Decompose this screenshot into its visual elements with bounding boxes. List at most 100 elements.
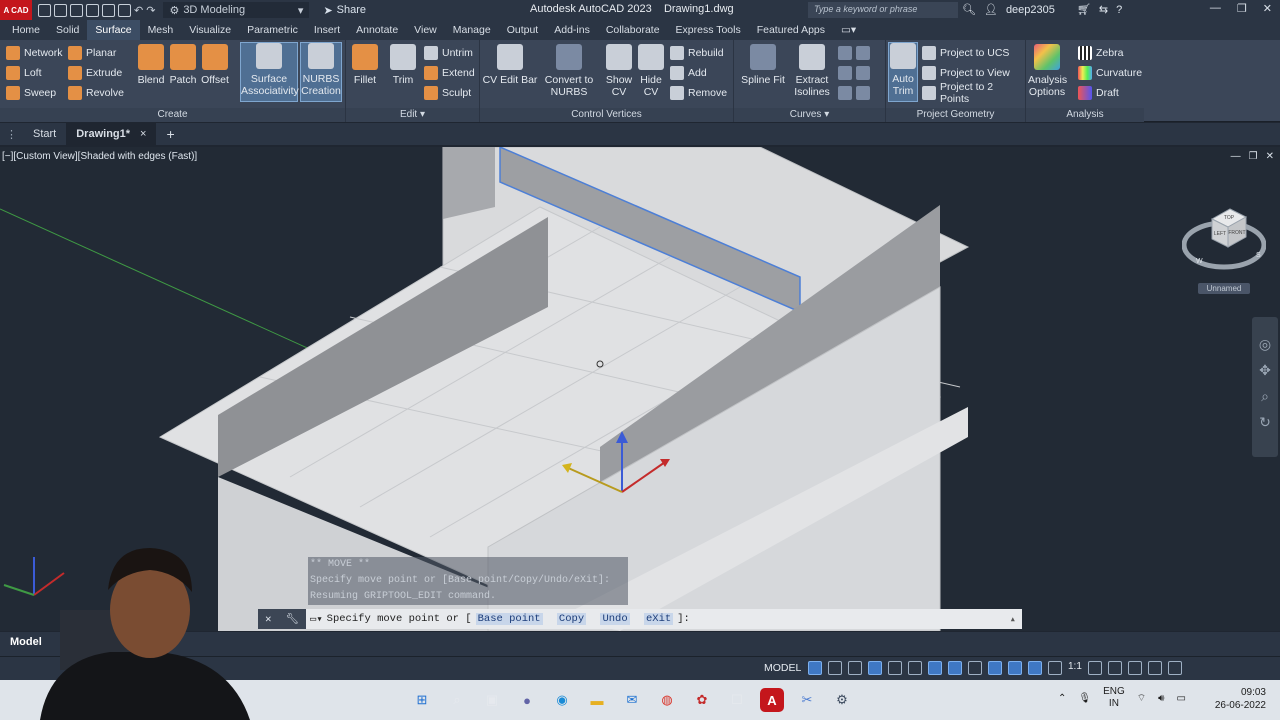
chevron-up-icon[interactable]: ⌃	[1058, 693, 1066, 704]
search-icon[interactable]: ⌕	[445, 688, 469, 712]
redo-icon[interactable]: ↷	[146, 4, 155, 17]
nurbs-creation-button[interactable]: NURBS Creation	[300, 42, 342, 102]
undo-icon[interactable]: ↶	[134, 4, 143, 17]
tab-insert[interactable]: Insert	[306, 20, 348, 40]
steering-wheel-icon[interactable]: ◎	[1252, 331, 1278, 357]
grid-icon[interactable]	[808, 661, 822, 675]
tab-view[interactable]: View	[406, 20, 445, 40]
tab-featured-apps[interactable]: Featured Apps	[749, 20, 833, 40]
trim-button[interactable]: Trim	[386, 44, 420, 86]
dynamic-ucs-icon[interactable]	[1048, 661, 1062, 675]
tab-home[interactable]: Home	[4, 20, 48, 40]
hide-cv-button[interactable]: Hide CV	[634, 44, 668, 98]
viewport-restore-icon[interactable]: ❐	[1249, 151, 1258, 162]
polar-icon[interactable]	[888, 661, 902, 675]
analysis-options-button[interactable]: Analysis Options	[1028, 44, 1067, 98]
teams-chat-icon[interactable]: ●	[515, 688, 539, 712]
tab-solid[interactable]: Solid	[48, 20, 87, 40]
minimize-icon[interactable]: —	[1210, 2, 1221, 15]
zebra-button[interactable]: Zebra	[1078, 44, 1123, 62]
command-history-toggle-icon[interactable]: ▴	[1010, 613, 1022, 626]
draft-button[interactable]: Draft	[1078, 84, 1119, 102]
sweep-button[interactable]: Sweep	[6, 84, 56, 102]
ribbon-display-toggle[interactable]: ▭▾	[833, 20, 864, 40]
new-tab-button[interactable]: +	[156, 126, 184, 142]
new-file-icon[interactable]	[38, 3, 51, 17]
save-icon[interactable]	[70, 3, 83, 17]
project-to-ucs-button[interactable]: Project to UCS	[922, 44, 1009, 62]
auto-trim-button[interactable]: Auto Trim	[888, 42, 918, 102]
extend-button[interactable]: Extend	[424, 64, 475, 82]
tab-menu-icon[interactable]: ⋮	[0, 128, 23, 141]
zoom-icon[interactable]: ⌕	[1252, 383, 1278, 409]
network-button[interactable]: Network	[6, 44, 63, 62]
show-cv-button[interactable]: Show CV	[602, 44, 636, 98]
add-cv-button[interactable]: Add	[670, 64, 707, 82]
curvature-button[interactable]: Curvature	[1078, 64, 1142, 82]
task-view-icon[interactable]: ▣	[480, 688, 504, 712]
edge-browser-icon[interactable]: ◉	[550, 688, 574, 712]
plot-icon[interactable]	[118, 3, 131, 17]
wifi-icon[interactable]: ⌔	[1137, 692, 1146, 705]
tab-start[interactable]: Start	[23, 123, 66, 145]
lineweight-icon[interactable]	[968, 661, 982, 675]
cart-icon[interactable]: 🛒︎	[1077, 3, 1091, 16]
fillet-button[interactable]: Fillet	[348, 44, 382, 86]
feedback-icon[interactable]: ☐	[725, 688, 749, 712]
selection-cycling-icon[interactable]	[1008, 661, 1022, 675]
search-icon[interactable]: 🔍︎	[962, 3, 976, 16]
file-explorer-icon[interactable]: ▬	[585, 688, 609, 712]
tab-collaborate[interactable]: Collaborate	[598, 20, 668, 40]
close-icon[interactable]: ✕	[1263, 2, 1272, 15]
command-prompt-icon[interactable]: ▭▾	[310, 613, 323, 626]
command-prompt[interactable]: ▭▾ Specify move point or [Base point Cop…	[306, 613, 690, 626]
app-logo[interactable]: A CAD	[0, 0, 32, 20]
snap-dropdown-icon[interactable]	[848, 661, 862, 675]
extract-isolines-button[interactable]: Extract Isolines	[790, 44, 834, 98]
spline-fit-button[interactable]: Spline Fit	[740, 44, 786, 86]
orbit-icon[interactable]: ↻	[1252, 409, 1278, 435]
curve-tool-1[interactable]	[838, 44, 870, 62]
web-mobile-icon[interactable]	[102, 3, 115, 17]
convert-to-nurbs-button[interactable]: Convert to NURBS	[542, 44, 596, 98]
tab-output[interactable]: Output	[499, 20, 547, 40]
volume-icon[interactable]: 🔊︎	[1158, 693, 1164, 704]
davinci-resolve-icon[interactable]: ✿	[690, 688, 714, 712]
microphone-icon[interactable]: 🎙︎	[1078, 693, 1091, 704]
planar-button[interactable]: Planar	[68, 44, 116, 62]
command-line[interactable]: ✕ 🔧︎ ▭▾ Specify move point or [Base poin…	[258, 609, 1022, 629]
battery-icon[interactable]: ▭	[1176, 693, 1185, 704]
user-name[interactable]: deep2305	[1006, 4, 1055, 16]
transparency-icon[interactable]	[988, 661, 1002, 675]
autocad-app-icon[interactable]: A	[760, 688, 784, 712]
tab-surface[interactable]: Surface	[87, 20, 140, 40]
tab-drawing1[interactable]: Drawing1* ×	[66, 123, 157, 145]
revolve-button[interactable]: Revolve	[68, 84, 124, 102]
tab-add-ins[interactable]: Add-ins	[546, 20, 598, 40]
tab-mesh[interactable]: Mesh	[140, 20, 182, 40]
pan-icon[interactable]: ✥	[1252, 357, 1278, 383]
search-input[interactable]: Type a keyword or phrase	[808, 2, 958, 18]
exchange-icon[interactable]: ⇆	[1099, 3, 1108, 16]
curve-tool-3[interactable]	[838, 84, 870, 102]
tab-manage[interactable]: Manage	[445, 20, 499, 40]
tab-parametric[interactable]: Parametric	[239, 20, 306, 40]
close-command-icon[interactable]: ✕	[265, 613, 271, 626]
isodraft-icon[interactable]	[908, 661, 922, 675]
fullscreen-icon[interactable]	[1147, 661, 1162, 675]
workspace-switcher[interactable]: ⚙ 3D Modeling ▾	[163, 2, 310, 18]
option-undo[interactable]: Undo	[600, 613, 630, 625]
open-file-icon[interactable]	[54, 3, 67, 17]
language-indicator[interactable]: ENG IN	[1103, 686, 1125, 710]
settings-icon[interactable]: ⚙	[830, 688, 854, 712]
ortho-icon[interactable]	[868, 661, 882, 675]
viewport-minimize-icon[interactable]: —	[1231, 151, 1241, 162]
model-space-toggle[interactable]: MODEL	[764, 662, 801, 674]
project-to-2-points-button[interactable]: Project to 2 Points	[922, 81, 1025, 105]
close-tab-icon[interactable]: ×	[140, 128, 146, 140]
3d-osnap-icon[interactable]	[1028, 661, 1042, 675]
option-exit[interactable]: eXit	[643, 613, 674, 625]
option-copy[interactable]: Copy	[556, 613, 587, 625]
help-icon[interactable]: ?	[1116, 4, 1122, 16]
clock[interactable]: 09:03 26-06-2022	[1215, 686, 1266, 712]
